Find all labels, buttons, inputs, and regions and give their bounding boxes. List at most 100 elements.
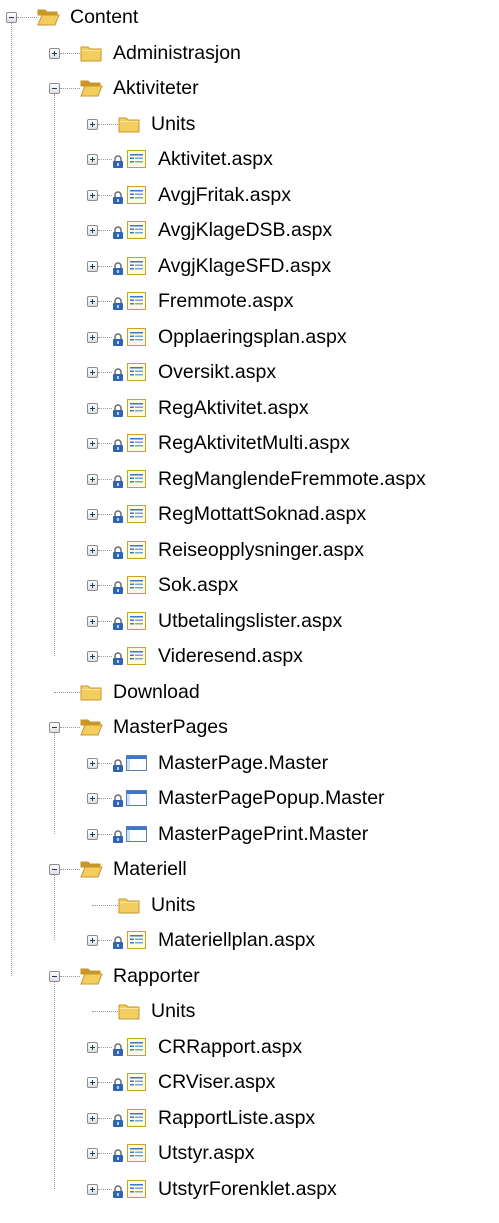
tree-connector bbox=[98, 1153, 112, 1154]
lock-icon bbox=[112, 614, 124, 630]
tree-item-label: Utbetalingslister.aspx bbox=[158, 609, 343, 632]
tree-connector bbox=[92, 904, 118, 906]
collapse-icon[interactable] bbox=[49, 864, 60, 875]
tree-item-sok-aspx[interactable] bbox=[0, 571, 499, 599]
expand-icon[interactable] bbox=[87, 438, 98, 449]
tree-connector bbox=[98, 549, 112, 551]
expand-icon[interactable] bbox=[87, 793, 98, 804]
collapse-icon[interactable] bbox=[49, 83, 60, 94]
tree-item-label: RegMottattSoknad.aspx bbox=[158, 503, 367, 525]
tree-item-units[interactable] bbox=[0, 110, 499, 138]
expand-icon[interactable] bbox=[87, 757, 98, 769]
collapse-icon[interactable] bbox=[6, 12, 17, 23]
expand-icon[interactable] bbox=[87, 118, 98, 130]
tree-connector bbox=[60, 88, 80, 89]
tree-connector bbox=[60, 869, 80, 870]
tree-item-label: Materiell bbox=[113, 858, 187, 880]
expand-icon[interactable] bbox=[87, 1077, 98, 1088]
lock-icon bbox=[112, 507, 124, 523]
expand-icon[interactable] bbox=[87, 402, 98, 414]
tree-connector bbox=[98, 1188, 112, 1190]
expand-icon[interactable] bbox=[87, 509, 98, 520]
tree-item-units[interactable] bbox=[0, 997, 499, 1025]
tree-connector bbox=[98, 230, 112, 231]
lock-icon bbox=[112, 1182, 124, 1198]
expand-icon[interactable] bbox=[87, 544, 98, 556]
expand-icon[interactable] bbox=[87, 473, 98, 485]
tree-item-label: RegAktivitet.aspx bbox=[158, 396, 309, 419]
expand-icon[interactable] bbox=[87, 1148, 98, 1159]
tree-connector bbox=[98, 620, 112, 622]
tree-item-label: Reiseopplysninger.aspx bbox=[158, 538, 364, 561]
expand-icon[interactable] bbox=[87, 828, 98, 840]
tree-connector bbox=[17, 17, 37, 18]
tree-item-label: Administrasjon bbox=[113, 41, 241, 64]
collapse-icon[interactable] bbox=[49, 722, 60, 733]
tree-item-label: RapportListe.aspx bbox=[158, 1106, 316, 1129]
tree-item-label: MasterPage.Master bbox=[158, 751, 329, 774]
expand-icon[interactable] bbox=[87, 580, 98, 591]
tree-connector bbox=[98, 265, 112, 267]
expand-icon[interactable] bbox=[87, 1041, 98, 1053]
expand-icon[interactable] bbox=[87, 225, 98, 236]
expand-icon[interactable] bbox=[87, 331, 98, 343]
lock-icon bbox=[112, 756, 124, 772]
lock-icon bbox=[112, 578, 124, 594]
tree-connector bbox=[98, 656, 112, 657]
tree-connector bbox=[60, 727, 80, 728]
folder-icon bbox=[118, 1001, 141, 1021]
lock-icon bbox=[112, 1040, 124, 1056]
aspx-page-icon bbox=[125, 469, 148, 489]
tree-item-label: CRViser.aspx bbox=[158, 1071, 276, 1093]
expand-icon[interactable] bbox=[87, 260, 98, 272]
lock-icon bbox=[112, 436, 124, 452]
tree-connector bbox=[92, 1011, 118, 1012]
tree-item-units[interactable] bbox=[0, 891, 499, 919]
aspx-page-icon bbox=[125, 540, 148, 560]
expand-icon[interactable] bbox=[49, 47, 60, 59]
aspx-page-icon bbox=[125, 291, 148, 311]
folder-open-icon bbox=[80, 717, 103, 737]
lock-icon bbox=[112, 1075, 124, 1091]
tree-connector bbox=[98, 159, 112, 160]
lock-icon bbox=[112, 1111, 124, 1127]
expand-icon[interactable] bbox=[87, 367, 98, 378]
aspx-page-icon bbox=[125, 1037, 148, 1057]
expand-icon[interactable] bbox=[87, 1183, 98, 1195]
aspx-page-icon bbox=[125, 256, 148, 276]
lock-icon bbox=[112, 401, 124, 417]
tree-item-label: AvgjKlageDSB.aspx bbox=[158, 219, 333, 241]
tree-connector bbox=[98, 301, 112, 302]
tree-item-label: Videresend.aspx bbox=[158, 645, 303, 667]
expand-icon[interactable] bbox=[87, 615, 98, 627]
collapse-icon[interactable] bbox=[49, 970, 60, 982]
tree-connector bbox=[98, 194, 112, 196]
tree-connector bbox=[98, 336, 112, 338]
tree-item-label: RegAktivitetMulti.aspx bbox=[158, 432, 350, 454]
expand-icon[interactable] bbox=[87, 296, 98, 307]
expand-icon[interactable] bbox=[87, 189, 98, 201]
folder-icon bbox=[118, 895, 141, 915]
aspx-page-icon bbox=[125, 504, 148, 524]
tree-item-label: Aktiviteter bbox=[113, 77, 199, 99]
expand-icon[interactable] bbox=[87, 935, 98, 946]
aspx-page-icon bbox=[125, 930, 148, 950]
expand-icon[interactable] bbox=[87, 651, 98, 662]
tree-item-label: Materiellplan.aspx bbox=[158, 929, 316, 951]
tree-connector bbox=[98, 443, 112, 444]
tree-connector bbox=[54, 691, 80, 693]
tree-item-label: UtstyrForenklet.aspx bbox=[158, 1177, 337, 1200]
tree-item-label: Sok.aspx bbox=[158, 574, 239, 596]
expand-icon[interactable] bbox=[87, 1112, 98, 1124]
tree-item-label: Units bbox=[151, 112, 196, 135]
tree-connector bbox=[98, 762, 112, 764]
aspx-page-icon bbox=[125, 185, 148, 205]
tree-item-label: Units bbox=[151, 1000, 196, 1022]
lock-icon bbox=[112, 791, 124, 807]
expand-icon[interactable] bbox=[87, 154, 98, 165]
tree-connector bbox=[98, 940, 112, 941]
folder-icon bbox=[80, 43, 103, 63]
tree-connector bbox=[98, 585, 112, 586]
lock-icon bbox=[112, 330, 124, 346]
tree-connector bbox=[98, 798, 112, 799]
